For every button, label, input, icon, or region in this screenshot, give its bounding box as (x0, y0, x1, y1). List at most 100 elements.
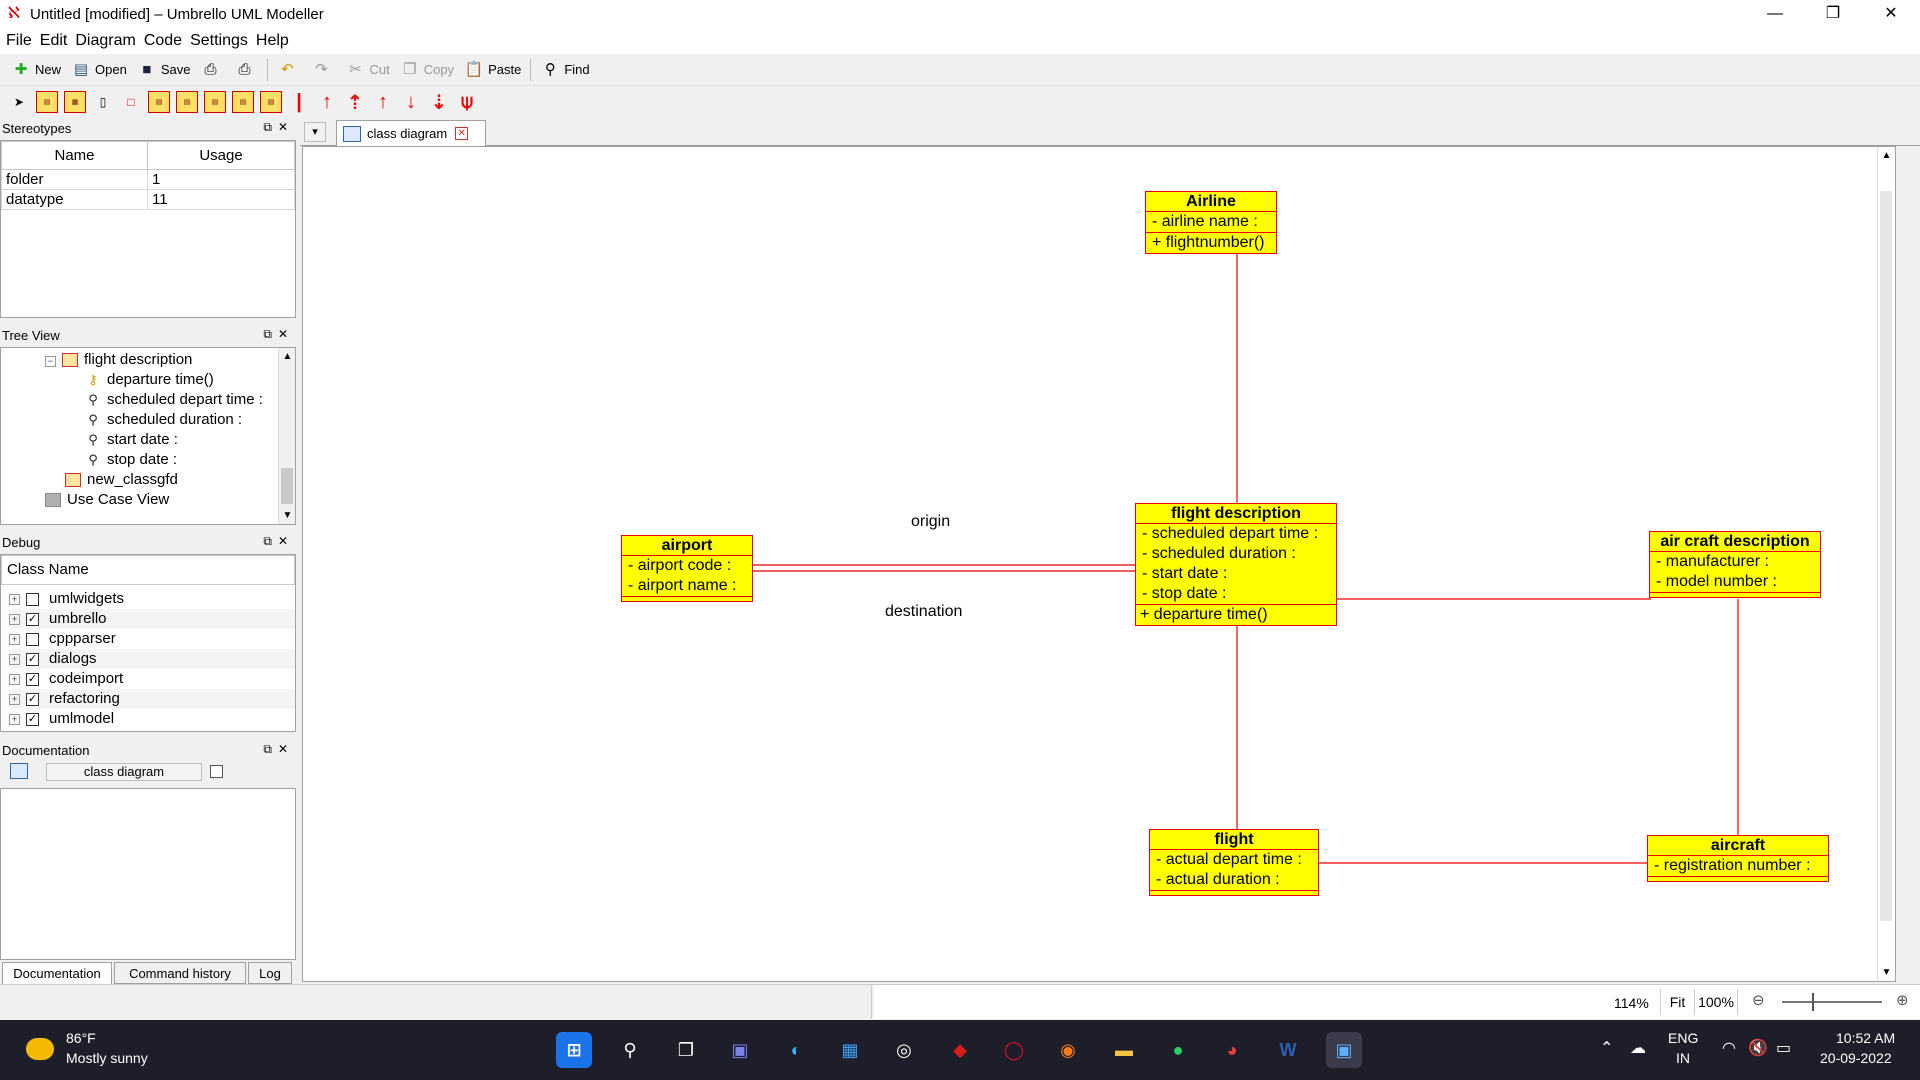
scroll-thumb[interactable] (281, 468, 293, 504)
debug-row[interactable]: + ✓ umbrello (9, 609, 295, 629)
volume-muted-icon[interactable]: 🔇 (1748, 1038, 1768, 1058)
close-tab-icon[interactable]: ✕ (455, 127, 469, 140)
expand-icon[interactable]: + (9, 653, 20, 665)
package-tool[interactable]: ▦ (64, 91, 86, 113)
tree-item[interactable]: ⚷ departure time() (85, 370, 213, 390)
class-aircraft[interactable]: aircraft - registration number : (1647, 835, 1829, 882)
debug-checkbox[interactable]: ✓ (26, 712, 39, 726)
documentation-checkbox[interactable] (210, 765, 223, 778)
zoom-slider-handle[interactable] (1812, 993, 1814, 1011)
dell-icon[interactable]: ◎ (886, 1032, 922, 1068)
scroll-up-icon[interactable]: ▲ (279, 348, 296, 365)
containment-tool[interactable]: ⍦ (456, 91, 478, 113)
expand-icon[interactable]: + (9, 693, 20, 705)
expand-icon[interactable]: + (9, 673, 20, 685)
tab-class-diagram[interactable]: class diagram ✕ (336, 120, 486, 146)
class-aircraft-description[interactable]: air craft description - manufacturer : -… (1649, 531, 1821, 598)
dock-controls[interactable]: ⧉✕ (263, 742, 294, 757)
opera-icon[interactable]: ◯ (996, 1032, 1032, 1068)
tree-item[interactable]: Use Case View (45, 490, 169, 510)
battery-icon[interactable]: ▭ (1776, 1038, 1791, 1058)
debug-row[interactable]: + ✓ refactoring (9, 689, 295, 709)
stereotypes-column-name[interactable]: Name (1, 141, 148, 170)
zoom-100-button[interactable]: 100% (1694, 989, 1738, 1015)
expand-icon[interactable]: + (9, 613, 20, 625)
weather-temperature[interactable]: 86°F (66, 1030, 96, 1046)
class-flight-description[interactable]: flight description - scheduled depart ti… (1135, 503, 1337, 626)
mcafee-icon[interactable]: ◆ (942, 1032, 978, 1068)
debug-row[interactable]: + cppparser (9, 629, 295, 649)
anchor-tool[interactable]: | (288, 91, 310, 113)
umbrello-taskbar-icon[interactable]: ▣ (1326, 1032, 1362, 1068)
canvas-scrollbar[interactable]: ▲ ▼ (1877, 147, 1894, 981)
table-row[interactable]: datatype 11 (1, 189, 295, 210)
tree-item[interactable]: ⚲ scheduled duration : (85, 410, 242, 430)
scroll-up-icon[interactable]: ▲ (1878, 147, 1895, 164)
print-button[interactable]: ⎙ (195, 57, 229, 83)
weather-sun-icon[interactable] (26, 1038, 54, 1060)
menu-edit[interactable]: Edit (36, 32, 72, 50)
interface-tool[interactable]: ▤ (148, 91, 170, 113)
clock-date[interactable]: 20-09-2022 (1820, 1050, 1892, 1066)
menu-file[interactable]: File (2, 32, 36, 50)
select-tool[interactable]: ➤ (8, 91, 30, 113)
tree-item[interactable]: ⚲ stop date : (85, 450, 177, 470)
expand-icon[interactable]: + (9, 633, 20, 645)
firefox-icon[interactable]: ◉ (1050, 1032, 1086, 1068)
debug-row[interactable]: + umlwidgets (9, 589, 295, 609)
undo-button[interactable]: ↶ (272, 57, 306, 83)
new-tab-icon[interactable]: ▾ (304, 122, 326, 142)
debug-checkbox[interactable]: ✓ (26, 612, 39, 626)
tree-item[interactable]: − flight description (45, 350, 192, 370)
zoom-fit-button[interactable]: Fit (1660, 989, 1694, 1015)
word-icon[interactable]: W (1270, 1032, 1306, 1068)
clock-time[interactable]: 10:52 AM (1836, 1030, 1895, 1046)
debug-row[interactable]: + ✓ umlmodel (9, 709, 295, 729)
scroll-thumb[interactable] (1880, 191, 1892, 921)
dependency-tool[interactable]: ↑ (372, 91, 394, 113)
box-tool[interactable]: □ (120, 91, 142, 113)
tab-documentation[interactable]: Documentation (2, 962, 112, 984)
tree-view-scrollbar[interactable]: ▲ ▼ (278, 348, 295, 524)
tab-log[interactable]: Log (248, 962, 292, 984)
diagram-canvas[interactable]: origin destination Airline - airline nam… (302, 146, 1896, 982)
microsoft-store-icon[interactable]: ▦ (832, 1032, 868, 1068)
enum-tool[interactable]: ▤ (204, 91, 226, 113)
tab-command-history[interactable]: Command history (114, 962, 246, 984)
find-button[interactable]: ⚲ Find (535, 57, 594, 83)
datatype-tool[interactable]: ▤ (176, 91, 198, 113)
whatsapp-icon[interactable]: ● (1160, 1032, 1196, 1068)
edge-browser-icon[interactable]: ◐ (778, 1032, 814, 1068)
documentation-text-area[interactable] (0, 788, 296, 960)
class-airport[interactable]: airport - airport code : - airport name … (621, 535, 753, 602)
expand-icon[interactable]: + (9, 593, 20, 605)
generalization-tool[interactable]: ↑ (316, 91, 338, 113)
weather-description[interactable]: Mostly sunny (66, 1050, 148, 1066)
class-flight[interactable]: flight - actual depart time : - actual d… (1149, 829, 1319, 896)
redo-button[interactable]: ↷ (306, 57, 340, 83)
debug-checkbox[interactable] (26, 632, 39, 646)
task-view-icon[interactable]: ❐ (668, 1032, 704, 1068)
new-button[interactable]: ✚ New (6, 57, 66, 83)
wifi-icon[interactable]: ◠ (1722, 1038, 1736, 1058)
dock-controls[interactable]: ⧉✕ (263, 120, 294, 135)
debug-row[interactable]: + ✓ dialogs (9, 649, 295, 669)
note-tool[interactable]: ▯ (92, 91, 114, 113)
zoom-slider[interactable] (1782, 1001, 1882, 1003)
input-region[interactable]: IN (1676, 1050, 1690, 1066)
tree-item[interactable]: new_classgfd (65, 470, 178, 490)
scroll-down-icon[interactable]: ▼ (1878, 964, 1895, 981)
open-button[interactable]: ▤ Open (66, 57, 132, 83)
zoom-in-icon[interactable]: ⊕ (1896, 991, 1909, 1009)
association-tool[interactable]: ↓ (400, 91, 422, 113)
table-row[interactable]: folder 1 (1, 169, 295, 190)
tree-item[interactable]: ⚲ start date : (85, 430, 178, 450)
copy-button[interactable]: ❐ Copy (395, 57, 459, 83)
show-hidden-icons-chevron-icon[interactable]: ⌃ (1600, 1038, 1613, 1058)
onedrive-cloud-icon[interactable]: ☁ (1630, 1038, 1646, 1058)
print-preview-button[interactable]: ⎙ (229, 57, 263, 83)
debug-column-header[interactable]: Class Name (1, 555, 295, 585)
dock-controls[interactable]: ⧉✕ (263, 534, 294, 549)
save-button[interactable]: ■ Save (132, 57, 196, 83)
zoom-out-icon[interactable]: ⊖ (1752, 991, 1765, 1009)
